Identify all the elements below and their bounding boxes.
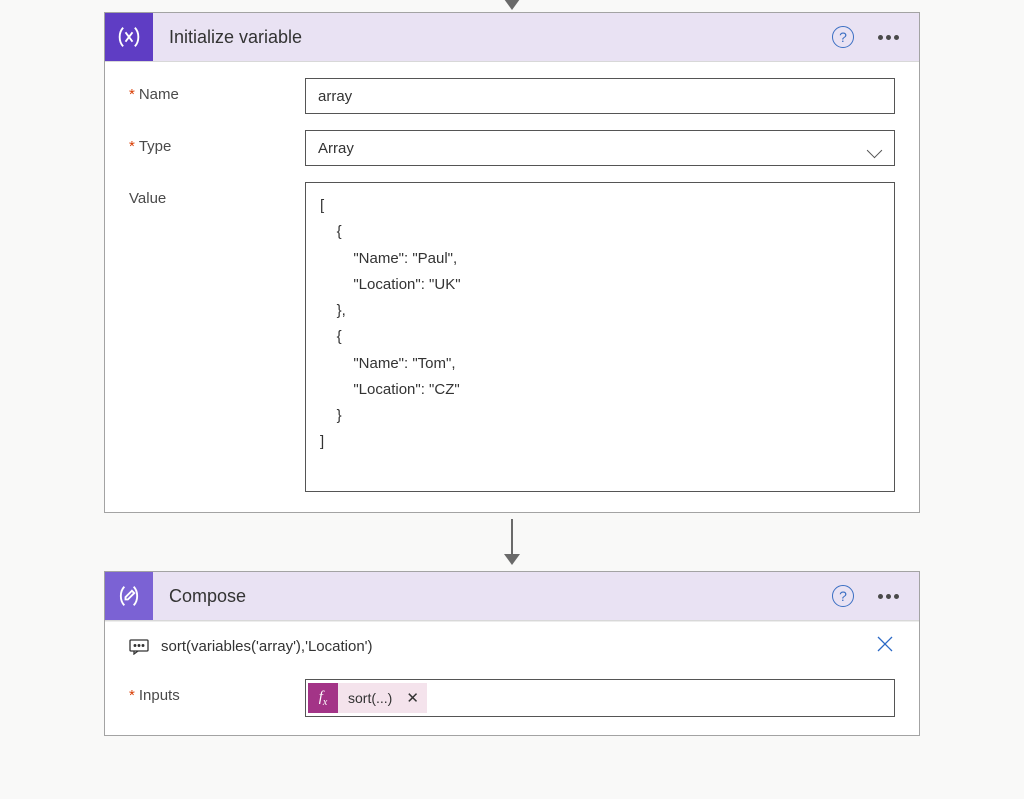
- expression-peek-text: sort(variables('array'),'Location'): [161, 638, 863, 655]
- inputs-label: *Inputs: [129, 679, 305, 704]
- expression-token[interactable]: fx sort(...) ✕: [308, 683, 427, 713]
- compose-card: Compose ? sort(variables('array'),'Locat…: [104, 571, 920, 736]
- more-menu-icon[interactable]: [878, 594, 899, 599]
- help-icon[interactable]: ?: [832, 26, 854, 48]
- inputs-token-field[interactable]: fx sort(...) ✕: [305, 679, 895, 717]
- value-textarea[interactable]: [ { "Name": "Paul", "Location": "UK" }, …: [305, 182, 895, 492]
- name-label: *Name: [129, 78, 305, 103]
- name-input[interactable]: [305, 78, 895, 114]
- type-label: *Type: [129, 130, 305, 155]
- card-title: Compose: [153, 586, 832, 607]
- type-selected-value: Array: [318, 140, 354, 157]
- close-peek-icon[interactable]: [875, 634, 895, 659]
- type-select[interactable]: Array: [305, 130, 895, 166]
- connector-arrow-top: [504, 0, 520, 12]
- initialize-variable-card: Initialize variable ? *Name *Type Array: [104, 12, 920, 513]
- help-icon[interactable]: ?: [832, 585, 854, 607]
- connector-arrow: [504, 513, 520, 571]
- value-label: Value: [129, 182, 305, 207]
- compose-icon: [105, 572, 153, 620]
- speech-icon: [129, 639, 149, 655]
- expression-peek-bar: sort(variables('array'),'Location'): [105, 621, 919, 665]
- card-header[interactable]: Compose ?: [105, 572, 919, 621]
- card-header[interactable]: Initialize variable ?: [105, 13, 919, 62]
- fx-icon: fx: [308, 683, 338, 713]
- token-label: sort(...): [338, 690, 398, 706]
- more-menu-icon[interactable]: [878, 35, 899, 40]
- token-remove-icon[interactable]: ✕: [398, 689, 427, 707]
- variable-icon: [105, 13, 153, 61]
- card-title: Initialize variable: [153, 27, 832, 48]
